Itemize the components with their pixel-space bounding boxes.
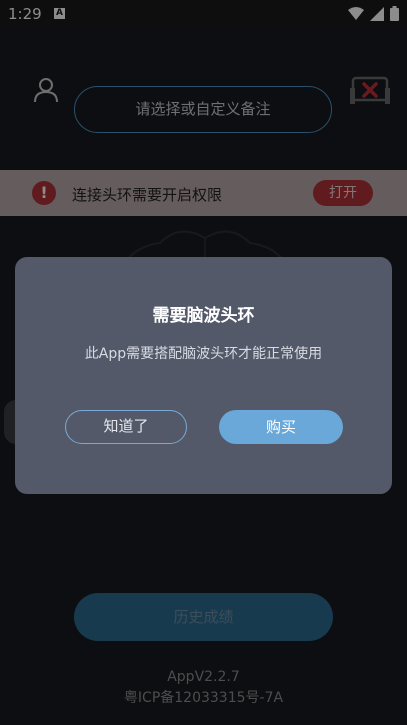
got-it-button[interactable]: 知道了 xyxy=(65,410,187,444)
dialog-title: 需要脑波头环 xyxy=(152,306,255,326)
headband-required-dialog: 需要脑波头环 此App需要搭配脑波头环才能正常使用 知道了 购买 xyxy=(15,257,392,494)
dialog-message: 此App需要搭配脑波头环才能正常使用 xyxy=(84,346,323,362)
buy-button[interactable]: 购买 xyxy=(219,410,343,444)
